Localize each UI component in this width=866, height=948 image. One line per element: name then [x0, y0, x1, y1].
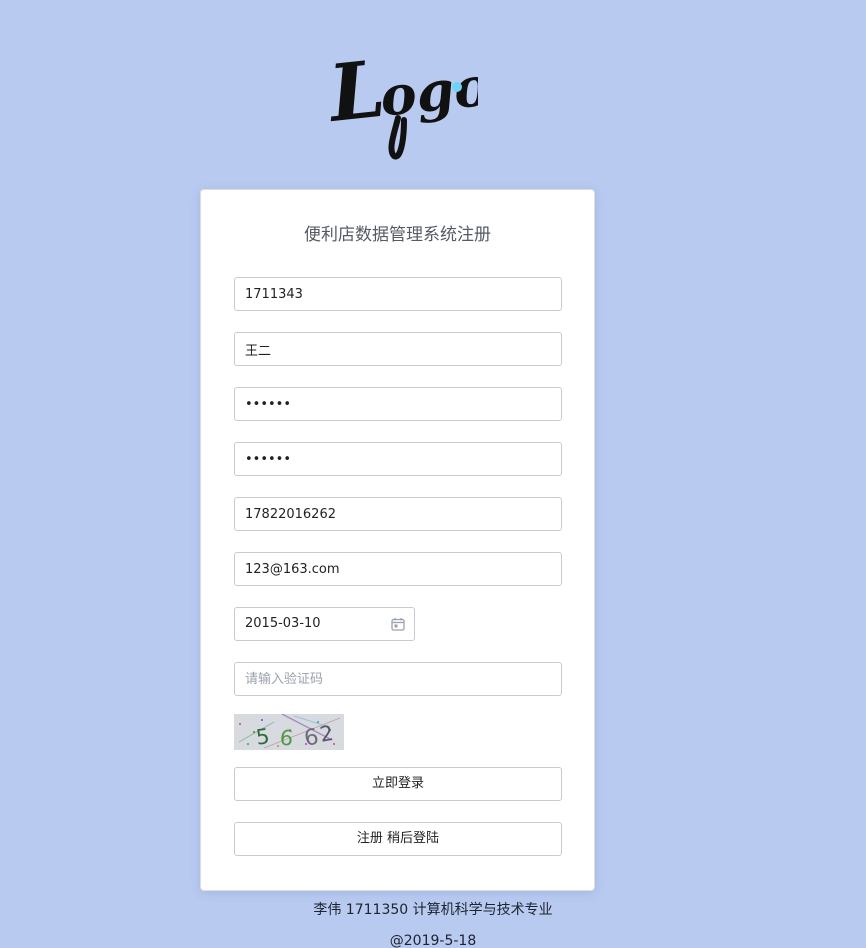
page: L ogo 便利店数据管理系统注册 2015-03-10 [0, 0, 866, 948]
date-value: 2015-03-10 [245, 616, 321, 631]
name-input[interactable] [234, 332, 562, 366]
logo: L ogo [328, 44, 478, 160]
password-input[interactable] [234, 387, 562, 421]
form-title: 便利店数据管理系统注册 [304, 225, 491, 245]
date-input[interactable]: 2015-03-10 [234, 607, 415, 641]
calendar-icon[interactable] [391, 617, 405, 631]
login-button[interactable]: 立即登录 [234, 767, 562, 801]
register-button[interactable]: 注册 稍后登陆 [234, 822, 562, 856]
svg-text:ogo: ogo [377, 54, 478, 129]
captcha-image[interactable]: 5 6 6 2 [234, 714, 344, 750]
svg-text:6: 6 [279, 725, 295, 750]
captcha-input[interactable] [234, 662, 562, 696]
email-input[interactable] [234, 552, 562, 586]
register-card: 便利店数据管理系统注册 2015-03-10 [200, 189, 595, 891]
footer-author: 李伟 1711350 计算机科学与技术专业 [313, 902, 553, 918]
user-id-input[interactable] [234, 277, 562, 311]
confirm-password-input[interactable] [234, 442, 562, 476]
phone-input[interactable] [234, 497, 562, 531]
footer-date: @2019-5-18 [389, 933, 477, 948]
